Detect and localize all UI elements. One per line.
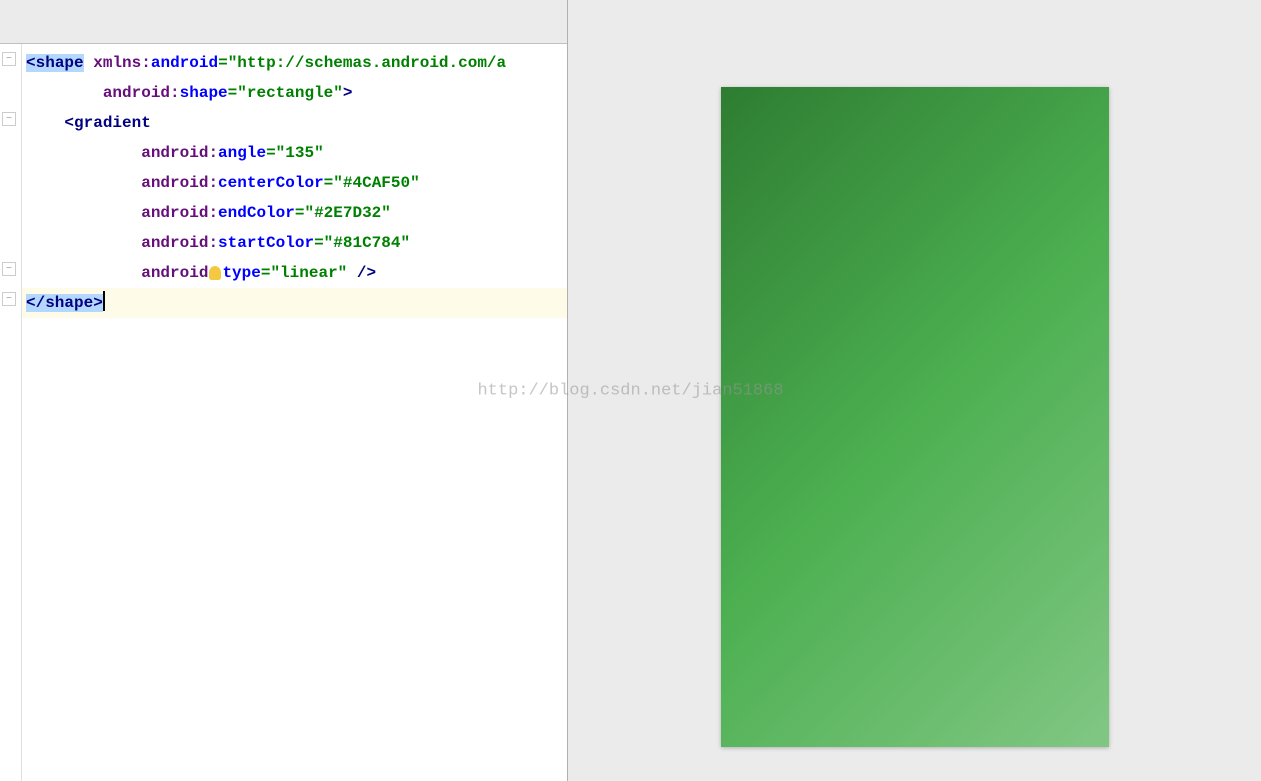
editor-toolbar xyxy=(0,0,567,44)
code-line[interactable]: android:shape="rectangle"> xyxy=(22,78,567,108)
code-line[interactable]: androidtype="linear" /> xyxy=(22,258,567,288)
code-line[interactable]: android:startColor="#81C784" xyxy=(22,228,567,258)
fold-icon[interactable]: − xyxy=(2,112,16,126)
code-line[interactable]: <gradient xyxy=(22,108,567,138)
code-area[interactable]: <shape xmlns:android="http://schemas.and… xyxy=(22,44,567,781)
gutter-marker-icon[interactable]: − xyxy=(2,292,16,306)
fold-icon[interactable]: − xyxy=(2,52,16,66)
code-line[interactable]: <shape xmlns:android="http://schemas.and… xyxy=(22,48,567,78)
editor-gutter[interactable]: − − − − xyxy=(0,44,22,781)
code-line[interactable]: android:centerColor="#4CAF50" xyxy=(22,168,567,198)
preview-body xyxy=(568,44,1261,781)
code-line-current[interactable]: </shape> xyxy=(22,288,567,318)
gutter-marker-icon[interactable]: − xyxy=(2,262,16,276)
code-line[interactable]: android:endColor="#2E7D32" xyxy=(22,198,567,228)
intention-bulb-icon[interactable] xyxy=(209,266,221,280)
preview-pane xyxy=(568,0,1261,781)
code-editor-pane: − − − − <shape xmlns:android="http://sch… xyxy=(0,0,568,781)
preview-toolbar xyxy=(568,0,1261,44)
text-cursor xyxy=(103,291,105,311)
code-line[interactable]: android:angle="135" xyxy=(22,138,567,168)
drawable-preview xyxy=(721,87,1109,747)
editor-body: − − − − <shape xmlns:android="http://sch… xyxy=(0,44,567,781)
